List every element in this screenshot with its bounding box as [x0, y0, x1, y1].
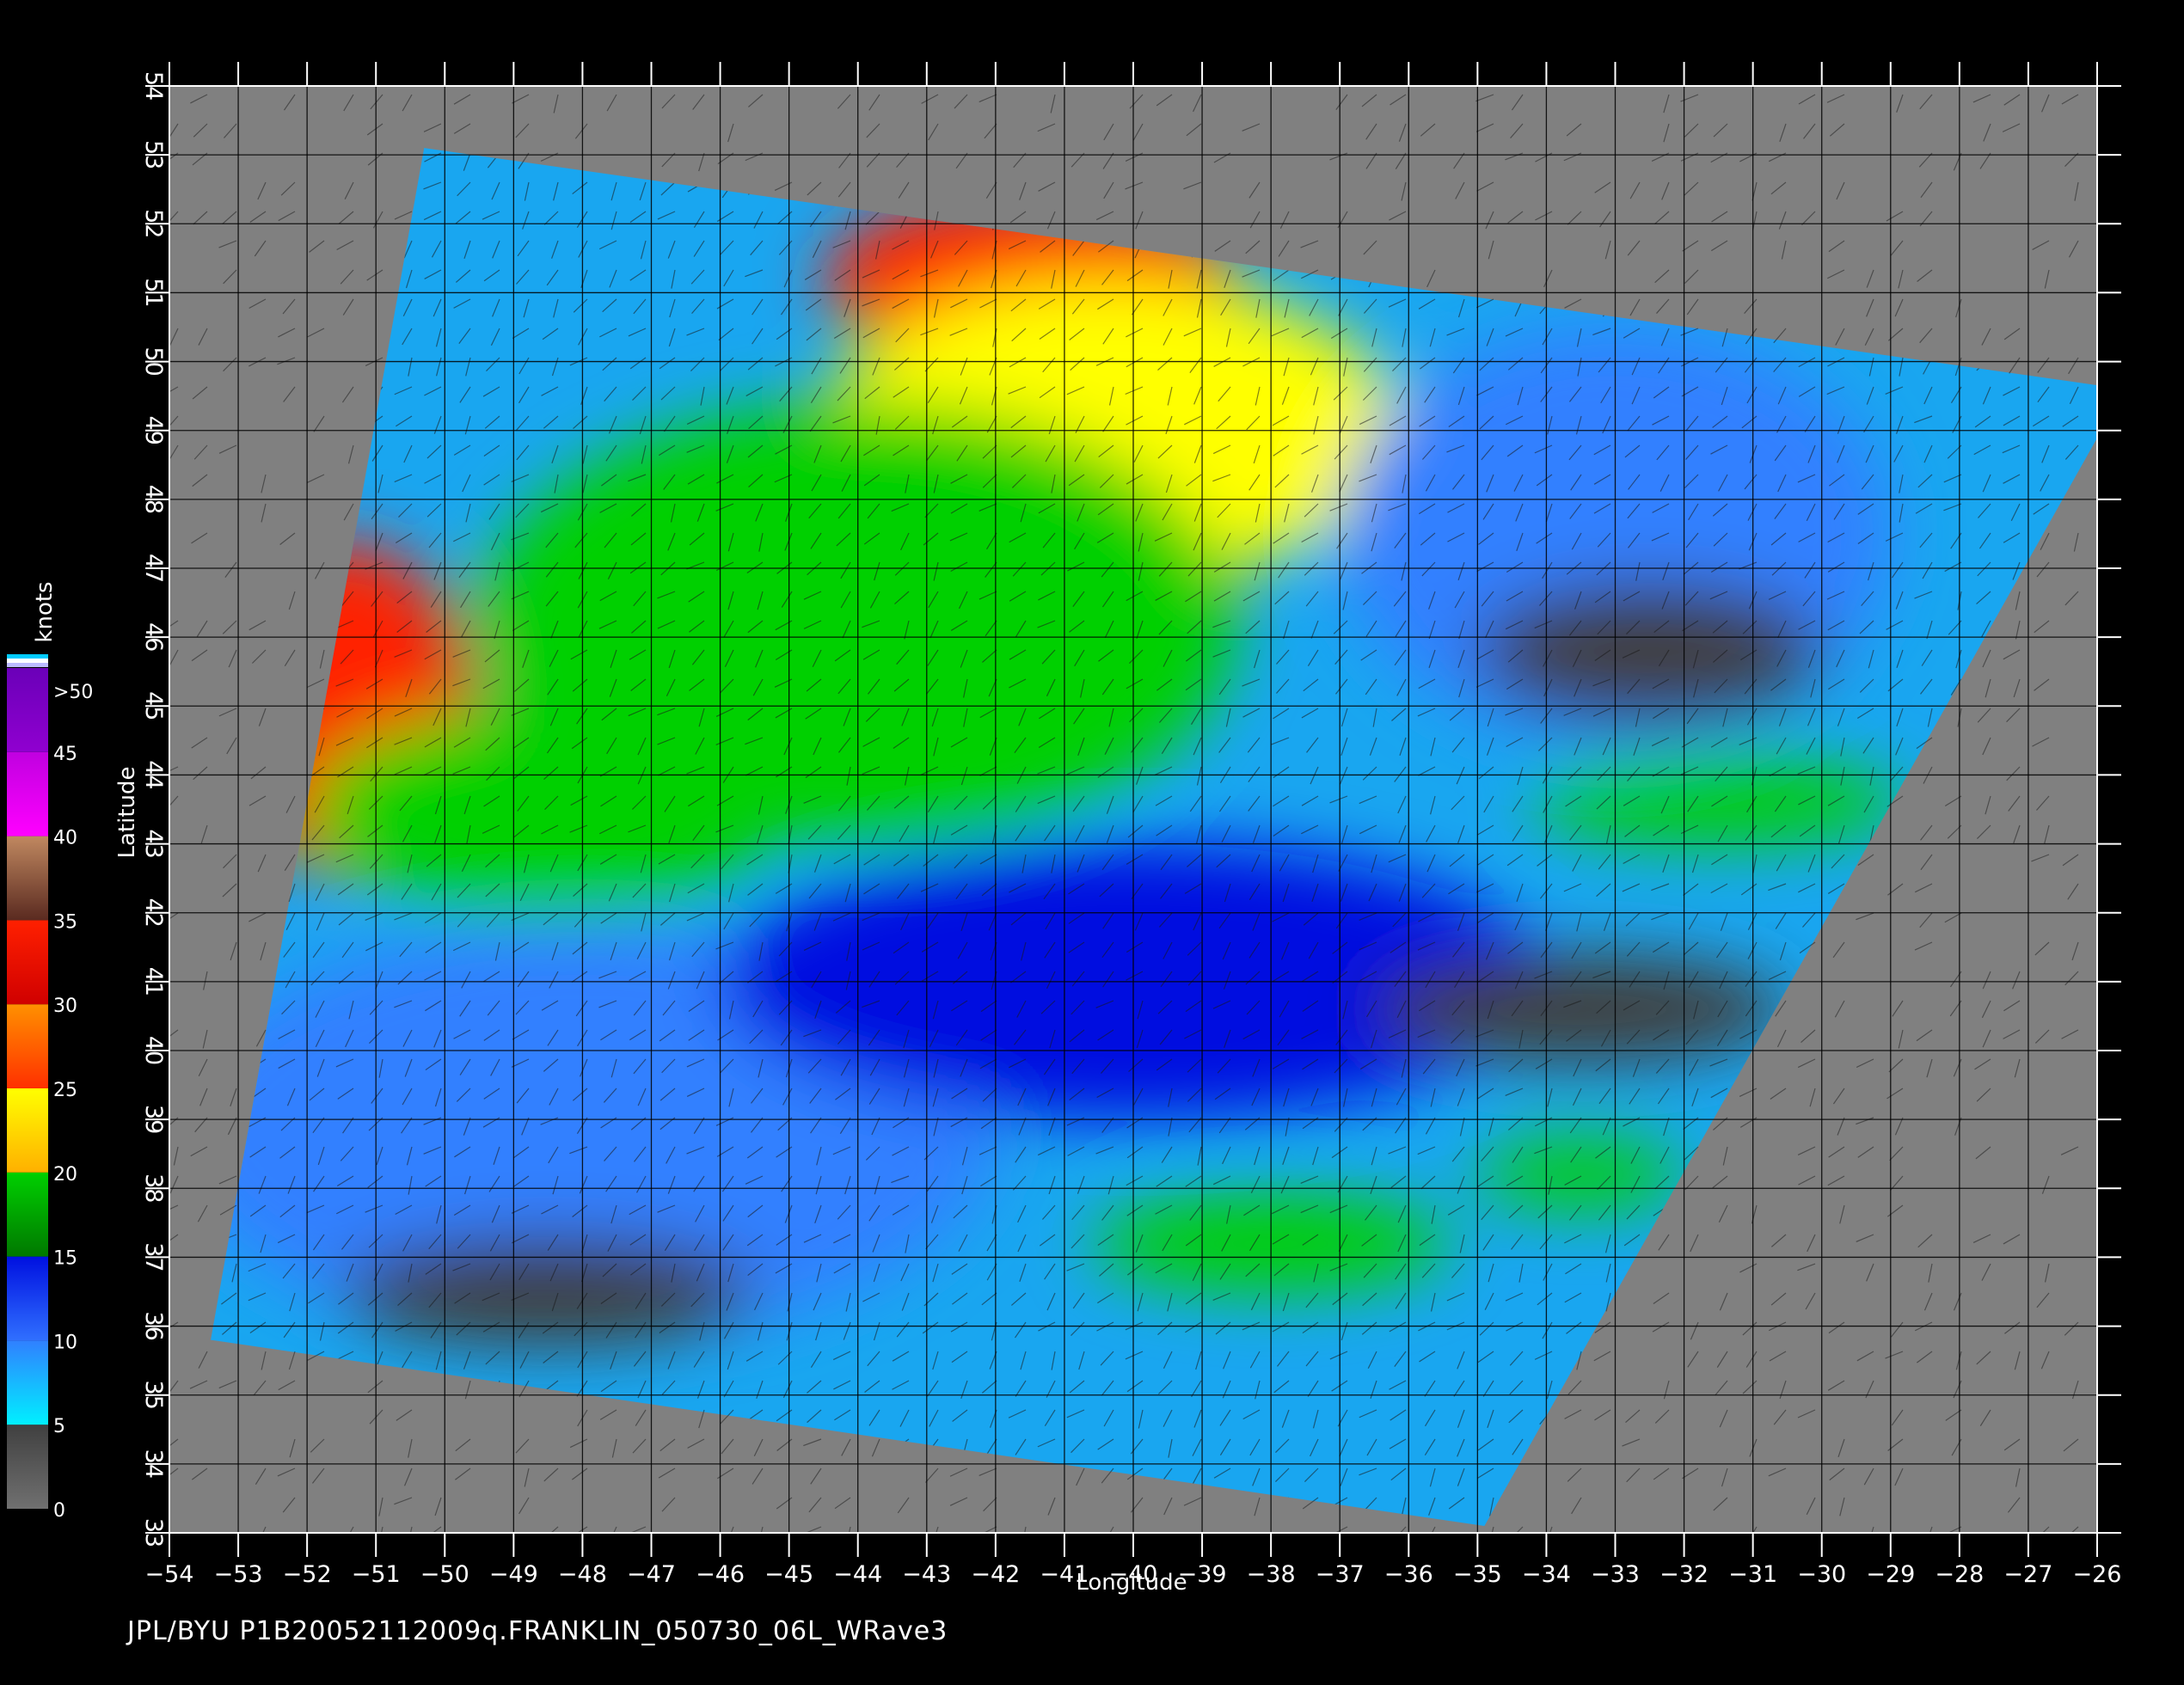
longitude-tick-label: −53 [214, 1561, 263, 1588]
wind-speed-region [1477, 1140, 1684, 1210]
longitude-tick-label: −47 [627, 1561, 676, 1588]
longitude-tick-label: −43 [902, 1561, 951, 1588]
latitude-tick-label: 35 [140, 1381, 167, 1410]
latitude-tick-label: 37 [140, 1242, 167, 1271]
longitude-tick-label: −45 [764, 1561, 813, 1588]
longitude-tick-label: −30 [1797, 1561, 1846, 1588]
longitude-tick-label: −27 [2003, 1561, 2052, 1588]
longitude-tick-label: −33 [1591, 1561, 1640, 1588]
longitude-tick-label: −35 [1453, 1561, 1502, 1588]
longitude-tick-label: −49 [489, 1561, 538, 1588]
longitude-tick-label: −44 [833, 1561, 882, 1588]
wind-speed-region [1477, 582, 1822, 720]
longitude-tick-label: −38 [1247, 1561, 1296, 1588]
wind-speed-region [1374, 953, 1788, 1065]
longitude-tick-label: −29 [1866, 1561, 1915, 1588]
wind-speed-map: −54 −53 −52 −51 −50 −49 −48 −47 −46 −45 −44 −43 −42 −… [7, 62, 2122, 1596]
longitude-tick-label: −37 [1316, 1561, 1365, 1588]
longitude-tick-label: −52 [283, 1561, 332, 1588]
longitude-tick-label: −42 [971, 1561, 1020, 1588]
longitude-tick-label: −31 [1728, 1561, 1777, 1588]
latitude-tick-label: 39 [140, 1105, 167, 1134]
latitude-tick-label: 38 [140, 1173, 167, 1203]
longitude-tick-label: −32 [1659, 1561, 1709, 1588]
latitude-tick-label: 36 [140, 1311, 167, 1340]
latitude-tick-label: 34 [140, 1449, 167, 1479]
longitude-tick-label: −36 [1384, 1561, 1433, 1588]
longitude-tick-label: −48 [558, 1561, 607, 1588]
wind-speed-region [341, 1236, 755, 1347]
latitude-tick-label: 33 [140, 1518, 167, 1547]
wind-speed-region [307, 706, 789, 913]
wind-speed-region [1532, 761, 1905, 844]
longitude-tick-label: −34 [1522, 1561, 1571, 1588]
longitude-tick-label: −46 [696, 1561, 745, 1588]
longitude-tick-label: −54 [145, 1561, 194, 1588]
longitude-tick-label: −50 [420, 1561, 469, 1588]
longitude-tick-label: −28 [1935, 1561, 1984, 1588]
longitude-tick-label: −26 [2073, 1561, 2122, 1588]
longitude-tick-label: −51 [352, 1561, 401, 1588]
